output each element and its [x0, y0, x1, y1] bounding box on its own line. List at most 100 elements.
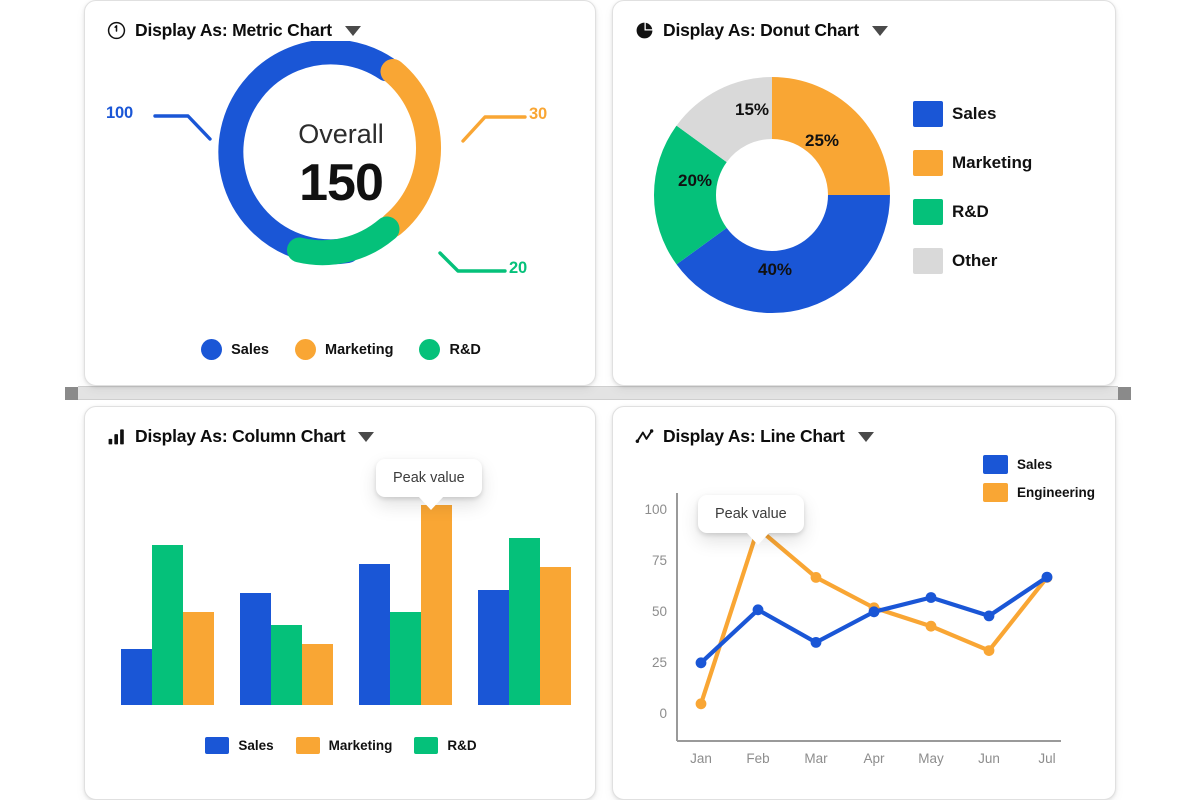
card-metric-title: Display As: Metric Chart	[135, 20, 332, 40]
metric-legend-item-rd[interactable]: R&D	[419, 339, 481, 360]
bar-rd[interactable]	[390, 612, 421, 705]
donut-label-sales: 40%	[758, 260, 792, 279]
donut-legend-item-marketing[interactable]: Marketing	[913, 150, 1032, 176]
metric-legend-item-marketing[interactable]: Marketing	[294, 339, 393, 360]
line-point-sales[interactable]	[695, 657, 707, 669]
donut-legend-label: R&D	[952, 202, 989, 221]
tooltip-arrow-icon	[746, 532, 770, 545]
line-point-engineering[interactable]	[695, 698, 707, 710]
y-tick-label: 100	[644, 502, 667, 517]
card-column-header: Display As: Column Chart	[85, 407, 595, 447]
column-legend-item-marketing[interactable]: Marketing	[295, 737, 393, 754]
line-point-sales[interactable]	[983, 610, 995, 622]
bar-marketing[interactable]	[302, 644, 333, 705]
y-tick-label: 75	[652, 553, 667, 568]
line-chart-body: Sales Engineering 100 75 50 25 0 Jan Feb…	[613, 447, 1115, 787]
donut-chart-body: 25% 40% 20% 15% Sales Marketing R&D Othe…	[613, 41, 1115, 361]
splitter-handle-right[interactable]	[1118, 387, 1131, 400]
bar-marketing[interactable]	[183, 612, 214, 705]
donut-legend-label: Other	[952, 251, 998, 270]
x-tick-label: Apr	[863, 751, 885, 766]
bar-group	[359, 505, 452, 705]
card-metric-dropdown[interactable]	[344, 25, 361, 36]
legend-swatch-icon	[414, 737, 439, 754]
metric-callout-rd: 20	[509, 259, 527, 277]
column-peak-tooltip: Peak value	[376, 459, 482, 510]
bar-rd[interactable]	[509, 538, 540, 705]
bar-sales[interactable]	[478, 590, 509, 705]
line-point-sales[interactable]	[810, 637, 822, 648]
line-plot-area: 100 75 50 25 0 Jan Feb Mar Apr May Jun J…	[644, 493, 1061, 766]
bar-group	[240, 593, 333, 705]
card-line-title: Display As: Line Chart	[663, 426, 845, 446]
bar-group	[121, 545, 214, 705]
metric-legend-item-sales[interactable]: Sales	[201, 339, 269, 360]
card-donut-chart: Display As: Donut Chart 25% 40% 20% 15% …	[612, 0, 1116, 386]
bar-sales[interactable]	[359, 564, 390, 705]
y-tick-label: 50	[652, 604, 667, 619]
legend-swatch-icon	[913, 248, 943, 274]
line-point-engineering[interactable]	[810, 572, 822, 583]
metric-legend: Sales Marketing R&D	[85, 339, 595, 360]
card-line-header: Display As: Line Chart	[613, 407, 1115, 447]
splitter-handle-left[interactable]	[65, 387, 78, 400]
metric-legend-label: R&D	[449, 341, 481, 358]
donut-legend-item-sales[interactable]: Sales	[913, 101, 1032, 127]
metric-center-value: 150	[299, 154, 384, 212]
column-legend-item-sales[interactable]: Sales	[205, 737, 274, 754]
card-line-chart: Display As: Line Chart Sales Engineering	[612, 406, 1116, 800]
x-tick-label: Jun	[978, 751, 1000, 766]
donut-label-rd: 20%	[678, 171, 712, 190]
legend-swatch-icon	[913, 101, 943, 127]
x-tick-label: Mar	[804, 751, 828, 766]
row-splitter[interactable]	[65, 386, 1131, 400]
bar-marketing[interactable]	[540, 567, 571, 705]
metric-legend-label: Sales	[231, 341, 269, 358]
metric-arc-rd[interactable]	[287, 216, 400, 266]
bar-chart-icon	[108, 429, 124, 445]
card-line-dropdown[interactable]	[857, 431, 874, 442]
gauge-metric-icon	[107, 21, 126, 40]
line-peak-tooltip: Peak value	[698, 495, 804, 545]
line-point-engineering[interactable]	[983, 645, 995, 656]
bar-rd[interactable]	[152, 545, 183, 705]
card-donut-header: Display As: Donut Chart	[613, 1, 1115, 41]
column-legend-label: R&D	[447, 738, 477, 753]
donut-legend: Sales Marketing R&D Other	[913, 101, 1032, 274]
card-column-chart: Display As: Column Chart Peak value Sale…	[84, 406, 596, 800]
donut-legend-item-other[interactable]: Other	[913, 248, 1032, 274]
bar-marketing-peak[interactable]	[421, 505, 452, 705]
legend-swatch-icon	[913, 199, 943, 225]
x-tick-label: Feb	[746, 751, 769, 766]
column-tooltip-text: Peak value	[393, 470, 465, 486]
line-point-sales[interactable]	[925, 592, 937, 603]
card-column-dropdown[interactable]	[358, 431, 375, 442]
line-point-sales[interactable]	[752, 604, 764, 616]
metric-center-label: Overall	[298, 119, 384, 149]
legend-swatch-icon	[294, 339, 316, 360]
column-legend-item-rd[interactable]: R&D	[414, 737, 477, 754]
card-donut-title: Display As: Donut Chart	[663, 20, 860, 40]
line-chart-icon	[635, 429, 654, 443]
bar-rd[interactable]	[271, 625, 302, 705]
line-point-sales[interactable]	[1041, 571, 1053, 583]
bar-sales[interactable]	[121, 649, 152, 705]
bar-sales[interactable]	[240, 593, 271, 705]
donut-legend-item-rd[interactable]: R&D	[913, 199, 1032, 225]
legend-swatch-icon	[913, 150, 943, 176]
card-donut-dropdown[interactable]	[872, 25, 889, 36]
line-point-engineering[interactable]	[925, 620, 937, 632]
line-tooltip-text: Peak value	[715, 506, 787, 522]
line-series-sales[interactable]	[698, 574, 1050, 665]
legend-swatch-icon	[201, 339, 223, 360]
metric-arc-sales[interactable]	[218, 39, 399, 265]
x-tick-label: Jul	[1038, 751, 1055, 766]
donut-legend-label: Sales	[952, 104, 997, 123]
line-point-sales[interactable]	[868, 606, 880, 618]
x-tick-label: Jan	[690, 751, 712, 766]
legend-swatch-icon	[419, 339, 441, 360]
legend-swatch-icon	[205, 737, 230, 754]
column-chart-body: Peak value	[85, 447, 595, 737]
column-legend-label: Marketing	[328, 738, 393, 753]
column-legend: Sales Marketing R&D	[85, 737, 595, 754]
